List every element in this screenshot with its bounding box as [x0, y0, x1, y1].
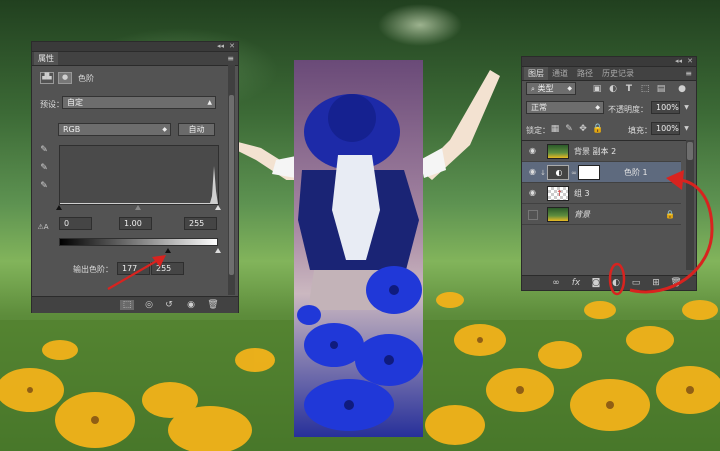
scrollbar-thumb[interactable]: [229, 95, 234, 275]
search-icon: ⌕: [531, 85, 535, 93]
collapse-icon[interactable]: ◂◂: [217, 42, 224, 51]
collapse-icon[interactable]: ◂◂: [675, 57, 682, 66]
fill-slider-icon[interactable]: ▼: [682, 124, 691, 134]
chevron-down-icon: ◆: [567, 85, 572, 92]
tab-properties[interactable]: 属性: [34, 52, 58, 65]
scroll-up-arrow[interactable]: [687, 142, 693, 160]
group-content-icon: ↑: [556, 189, 563, 198]
clip-to-layer-icon[interactable]: ⬚: [120, 300, 134, 310]
filter-smart-object-icon[interactable]: ▤: [656, 84, 666, 94]
output-white-slider[interactable]: [215, 248, 221, 253]
auto-button[interactable]: 自动: [178, 123, 215, 136]
reset-icon[interactable]: ↺: [162, 300, 176, 310]
visibility-eye-icon[interactable]: ◉: [184, 300, 198, 310]
link-layers-icon[interactable]: ∞: [550, 278, 562, 288]
layer-mask-thumbnail[interactable]: [578, 165, 600, 180]
properties-scrollbar[interactable]: [228, 65, 235, 295]
tab-layers[interactable]: 图层: [524, 67, 548, 80]
tab-paths[interactable]: 路径: [573, 67, 597, 80]
properties-footer: ⬚ ◎ ↺ ◉ 🗑: [32, 296, 238, 313]
properties-tab-bar: 属性 ≡: [32, 52, 238, 66]
channel-value: RGB: [63, 125, 81, 134]
lock-label: 锁定：: [526, 126, 550, 135]
right-arm-image: [420, 70, 500, 180]
blend-mode-dropdown[interactable]: 正常 ◆: [526, 101, 604, 114]
mask-icon[interactable]: ●: [58, 72, 72, 84]
red-arrow-annotation: [107, 255, 166, 290]
chevron-down-icon: ◆: [162, 126, 167, 133]
filter-kind-dropdown[interactable]: ⌕ 类型 ◆: [526, 82, 576, 95]
panel-title-bar: ◂◂ ✕: [522, 57, 696, 67]
layer-name: 组 3: [574, 189, 590, 198]
panel-title-bar: ◂◂ ✕: [32, 42, 238, 52]
opacity-slider-icon[interactable]: ▼: [682, 103, 691, 113]
clipping-warning-icon[interactable]: ⚠A: [36, 222, 50, 232]
input-gamma-slider[interactable]: [135, 205, 141, 210]
layer-thumbnail: [547, 144, 569, 159]
layer-thumbnail: [547, 207, 569, 222]
opacity-label: 不透明度：: [608, 105, 648, 114]
layer-thumbnail: ↑: [547, 186, 569, 201]
adjustment-title: 色阶: [78, 74, 94, 83]
panel-menu-icon[interactable]: ≡: [685, 69, 692, 78]
filter-adjustment-icon[interactable]: ◐: [608, 84, 618, 94]
levels-icon: ▟▙: [40, 72, 54, 84]
left-arm-image: [236, 142, 296, 180]
lock-image-icon[interactable]: ✎: [564, 124, 574, 134]
levels-adjusted-photo: [294, 60, 423, 437]
tab-channels[interactable]: 通道: [548, 67, 572, 80]
close-icon[interactable]: ✕: [229, 42, 235, 51]
chevron-down-icon: ◆: [595, 104, 600, 111]
preset-label: 预设：: [40, 100, 64, 109]
levels-adjustment-thumbnail: ◐: [547, 165, 569, 180]
close-icon[interactable]: ✕: [687, 57, 693, 66]
visibility-off-box[interactable]: [528, 210, 538, 220]
fx-icon[interactable]: fx: [570, 278, 582, 288]
channel-dropdown[interactable]: RGB ◆: [58, 123, 171, 136]
layer-row[interactable]: ◉ 背景 副本 2: [522, 141, 681, 162]
lock-position-icon[interactable]: ✥: [578, 124, 588, 134]
chevron-down-icon: ▲: [207, 99, 212, 106]
red-circle-annotation: [608, 170, 714, 296]
fill-label: 填充：: [628, 126, 652, 135]
input-gamma-field[interactable]: 1.00: [119, 217, 152, 230]
black-eyedropper-icon[interactable]: ✎: [39, 145, 49, 155]
filter-shape-icon[interactable]: ⬚: [640, 84, 650, 94]
preset-dropdown[interactable]: 自定 ▲: [62, 96, 216, 109]
tab-history[interactable]: 历史记录: [598, 67, 638, 80]
input-black-field[interactable]: 0: [59, 217, 92, 230]
fill-field[interactable]: 100%: [651, 122, 680, 135]
blend-mode-value: 正常: [531, 103, 547, 112]
visibility-eye-icon[interactable]: ◉: [527, 167, 538, 177]
adjustment-icon: ◐: [555, 168, 563, 177]
filter-toggle-icon[interactable]: ●: [677, 84, 687, 94]
lock-all-icon[interactable]: 🔒: [592, 124, 603, 134]
trash-icon[interactable]: 🗑: [206, 300, 220, 310]
layers-tab-bar: 图层 通道 路径 历史记录 ≡: [522, 67, 696, 81]
panel-menu-icon[interactable]: ≡: [227, 54, 234, 63]
input-white-slider[interactable]: [215, 205, 221, 210]
visibility-eye-icon[interactable]: ◉: [527, 188, 538, 198]
link-icon: ∞: [571, 169, 577, 177]
filter-type-icon[interactable]: T: [624, 84, 634, 94]
histogram: [59, 145, 219, 205]
layer-name: 背景 副本 2: [574, 147, 617, 156]
preset-value: 自定: [67, 98, 83, 107]
layer-name: 背景: [574, 210, 590, 219]
opacity-field[interactable]: 100%: [651, 101, 680, 114]
filter-pixel-icon[interactable]: ▣: [592, 84, 602, 94]
gray-eyedropper-icon[interactable]: ✎: [39, 163, 49, 173]
input-white-field[interactable]: 255: [184, 217, 217, 230]
clip-arrow-icon: ↓: [540, 169, 546, 177]
input-black-slider[interactable]: [56, 205, 62, 210]
lock-transparent-icon[interactable]: ▦: [550, 124, 560, 134]
view-previous-icon[interactable]: ◎: [142, 300, 156, 310]
white-eyedropper-icon[interactable]: ✎: [39, 181, 49, 191]
filter-kind-value: 类型: [537, 84, 554, 93]
visibility-eye-icon[interactable]: ◉: [527, 146, 538, 156]
